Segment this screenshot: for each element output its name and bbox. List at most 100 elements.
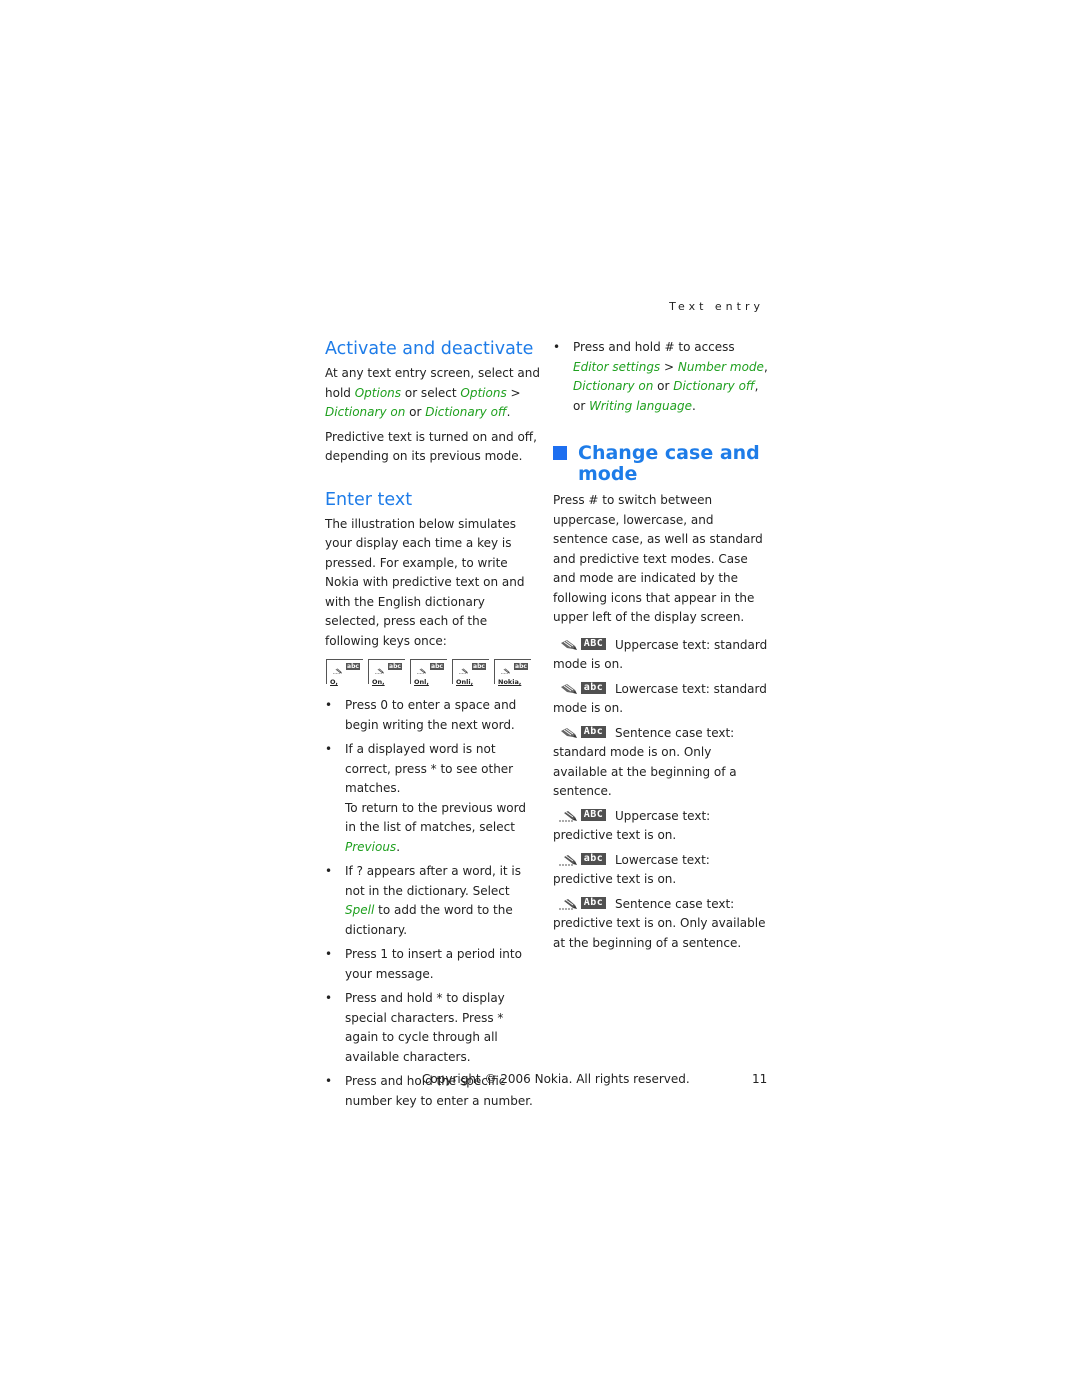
mode-icons: abc [553, 681, 615, 695]
mode-indicator-item: Abc Sentence case text: predictive text i… [553, 895, 768, 954]
text-run: > [506, 385, 521, 400]
mode-icons: abc [553, 852, 615, 866]
menu-term: Dictionary on [325, 405, 406, 419]
text-run: Press and hold * to display special char… [345, 991, 505, 1064]
right-column: • Press and hold # to access Editor sett… [553, 338, 768, 958]
case-badge-icon: Abc [581, 896, 606, 909]
text-run: or select [401, 385, 461, 400]
list-item: • If a displayed word is not correct, pre… [325, 740, 540, 857]
change-case-paragraph: Press # to switch between uppercase, low… [553, 493, 763, 624]
text-run: or [653, 379, 674, 393]
mode-indicator-item: ABC Uppercase text: predictive text is on… [553, 807, 768, 846]
typed-word: Nokia, [498, 678, 522, 686]
menu-term: Dictionary on [573, 379, 654, 393]
mode-icons: ABC [553, 637, 615, 651]
text-run: . [506, 405, 511, 419]
predictive-pen-icon [559, 897, 579, 909]
display-illustration: abc O, abc On, abc Onl, abc Onli, abc Nokia, [326, 659, 540, 686]
copyright-footer: Copyright © 2006 Nokia. All rights reser… [422, 1072, 690, 1086]
predictive-pen-icon [417, 663, 427, 674]
bullet-text: If ? appears after a word, it is not in … [345, 864, 521, 937]
menu-term: Previous [345, 839, 397, 854]
bullet-icon: • [325, 947, 333, 961]
running-head: Text entry [669, 300, 764, 313]
display-screen: abc Nokia, [494, 659, 531, 686]
menu-term: Spell [345, 903, 375, 917]
mode-badge: abc [430, 663, 444, 670]
text-run: Press 1 to insert a period into your mes… [345, 947, 522, 981]
text-run: , [763, 359, 768, 374]
list-item: • Press 0 to enter a space and begin writ… [325, 696, 540, 735]
text-run: . [396, 839, 401, 854]
standard-pen-icon [559, 638, 579, 650]
text-run: > [660, 359, 678, 374]
case-badge-icon: Abc [581, 725, 606, 738]
case-badge-icon: abc [581, 852, 606, 865]
mode-indicator-item: abc Lowercase text: predictive text is on… [553, 851, 768, 890]
text-run: If ? appears after a word, it is not in … [345, 864, 522, 898]
enter-text-heading: Enter text [325, 489, 413, 510]
mode-indicator-item: abc Lowercase text: standard mode is on. [553, 680, 768, 719]
predictive-pen-icon [375, 663, 385, 674]
mode-badge: abc [514, 663, 528, 670]
text-run: . [691, 398, 696, 413]
typed-word: On, [372, 678, 385, 686]
predictive-pen-icon [559, 809, 579, 821]
menu-term: Dictionary off [673, 379, 755, 393]
display-screen: abc O, [326, 659, 363, 686]
change-case-heading: Change case and mode [553, 443, 768, 485]
bullet-icon: • [553, 340, 561, 354]
display-screen: abc Onli, [452, 659, 489, 686]
list-item: • Press 1 to insert a period into your me… [325, 945, 540, 984]
case-badge-icon: ABC [581, 808, 606, 821]
mode-indicator-list: ABC Uppercase text: standard mode is on. a… [553, 636, 768, 954]
bullet-icon: • [325, 991, 333, 1005]
bullet-text: Press 1 to insert a period into your mes… [345, 947, 522, 981]
enter-text-bullets: • Press 0 to enter a space and begin writ… [325, 696, 540, 1111]
bullet-text: Press 0 to enter a space and begin writi… [345, 698, 516, 732]
menu-term: Editor settings [573, 359, 661, 374]
menu-term: Dictionary off [425, 405, 507, 419]
text-run: or [405, 405, 426, 419]
bullet-text: If a displayed word is not correct, pres… [345, 742, 526, 854]
display-screen: abc Onl, [410, 659, 447, 686]
text-run: Press and hold # to access [573, 340, 735, 354]
left-column: Activate and deactivate At any text entr… [325, 338, 540, 1116]
text-run: To return to the previous word in the li… [345, 800, 526, 835]
mode-indicator-item: ABC Uppercase text: standard mode is on. [553, 636, 768, 675]
predictive-pen-icon [501, 663, 511, 674]
menu-term: Options [460, 385, 507, 400]
predictive-pen-icon [459, 663, 469, 674]
typed-word: O, [330, 678, 338, 686]
mode-icons: ABC [553, 808, 615, 822]
bullet-text: Press and hold * to display special char… [345, 991, 505, 1064]
mode-indicator-item: Abc Sentence case text: standard mode is … [553, 724, 768, 802]
enter-text-paragraph: The illustration below simulates your di… [325, 516, 525, 648]
display-screen: abc On, [368, 659, 405, 686]
menu-term: Writing language [589, 398, 692, 413]
list-item: • Press and hold # to access Editor sett… [553, 338, 768, 416]
bullet-icon: • [325, 698, 333, 712]
case-badge-icon: abc [581, 681, 606, 694]
list-item: • If ? appears after a word, it is not in… [325, 862, 540, 940]
mode-icons: Abc [553, 725, 615, 739]
bullet-icon: • [325, 1074, 333, 1088]
activate-heading: Activate and deactivate [325, 339, 534, 359]
change-case-heading-text: Change case and mode [578, 442, 760, 485]
typed-word: Onli, [456, 678, 474, 686]
list-item: • Press and hold * to display special cha… [325, 989, 540, 1067]
text-run: Press 0 to enter a space and begin writi… [345, 698, 517, 732]
predictive-pen-icon [333, 663, 343, 674]
mode-badge: abc [472, 663, 486, 670]
predictive-pen-icon [559, 853, 579, 865]
manual-page: Text entry Activate and deactivate At an… [0, 0, 1080, 1397]
bullet-text: Press and hold # to access Editor settin… [573, 340, 768, 413]
predictive-paragraph: Predictive text is turned on and off, de… [325, 429, 537, 464]
mode-badge: abc [388, 663, 402, 670]
bullet-icon: • [325, 742, 333, 756]
typed-word: Onl, [414, 678, 429, 686]
page-number: 11 [752, 1072, 768, 1086]
text-run: If a displayed word is not correct, pres… [345, 742, 514, 795]
bullet-icon: • [325, 864, 333, 878]
mode-icons: Abc [553, 896, 615, 910]
